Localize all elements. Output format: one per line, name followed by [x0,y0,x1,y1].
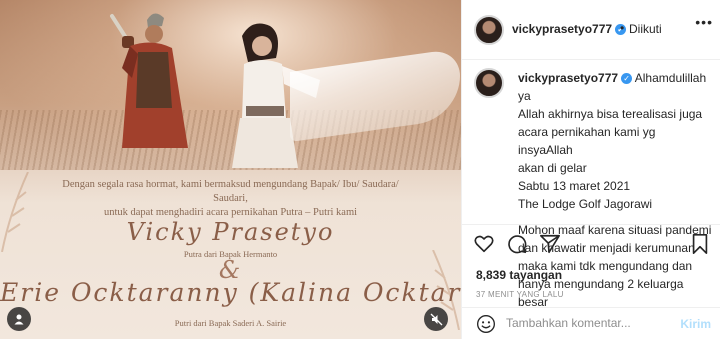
post-sidebar: vickyprasetyo777 ✓ • Diikuti ••• vickypra… [461,0,720,339]
bride-name: Erie Ocktaranny (Kalina Ocktaranny) [0,278,461,307]
caption-line: akan di gelar [518,161,587,175]
invitation-card: Dengan segala rasa hormat, kami bermaksu… [0,170,461,339]
share-send-icon[interactable] [539,233,561,255]
mute-icon [430,313,442,325]
groom-name: Vicky Prasetyo [126,218,335,246]
add-comment-bar: Kirim [462,307,720,339]
post-comment-button[interactable]: Kirim [680,317,711,331]
warrior-figure [110,13,188,148]
mute-button[interactable] [424,307,448,331]
bride-parent: Putri dari Bapak Saderi A. Sairie [174,318,287,328]
caption-line: acara pernikahan kami yg insyaAllah [518,125,656,157]
intro-line: Dengan segala rasa hormat, kami bermaksu… [62,179,399,204]
like-heart-icon[interactable] [473,233,495,255]
invitation-intro: Dengan segala rasa hormat, kami bermaksu… [60,178,401,220]
instagram-post-view: Dengan segala rasa hormat, kami bermaksu… [0,0,720,339]
caption-line: The Lodge Golf Jagorawi [518,197,653,211]
comment-icon[interactable] [506,233,528,255]
verified-badge-icon: ✓ [621,73,633,85]
comment-input[interactable] [506,316,666,330]
user-tag-button[interactable] [7,307,31,331]
user-tag-icon [14,314,24,325]
avatar[interactable] [474,15,504,45]
post-video[interactable]: Dengan segala rasa hormat, kami bermaksu… [0,0,461,339]
post-timestamp[interactable]: 37 MENIT YANG LALU [476,290,564,299]
more-options-icon[interactable]: ••• [695,14,713,30]
caption-username[interactable]: vickyprasetyo777 [518,71,618,85]
header-username[interactable]: vickyprasetyo777 ✓ [512,22,627,36]
username-text[interactable]: vickyprasetyo777 [512,22,612,36]
wedding-photo-scene [0,0,461,170]
view-count[interactable]: 8,839 tayangan [476,268,562,282]
following-button[interactable]: Diikuti [629,22,662,36]
caption-line: Sabtu 13 maret 2021 [518,179,631,193]
action-bar [462,224,720,260]
save-bookmark-icon[interactable] [689,233,711,255]
caption-line: Allah akhirnya bisa terealisasi juga [518,107,703,121]
emoji-icon[interactable] [476,314,496,334]
avatar[interactable] [474,68,504,98]
separator-dot: • [620,21,625,35]
post-header: vickyprasetyo777 ✓ • Diikuti ••• [462,0,720,60]
